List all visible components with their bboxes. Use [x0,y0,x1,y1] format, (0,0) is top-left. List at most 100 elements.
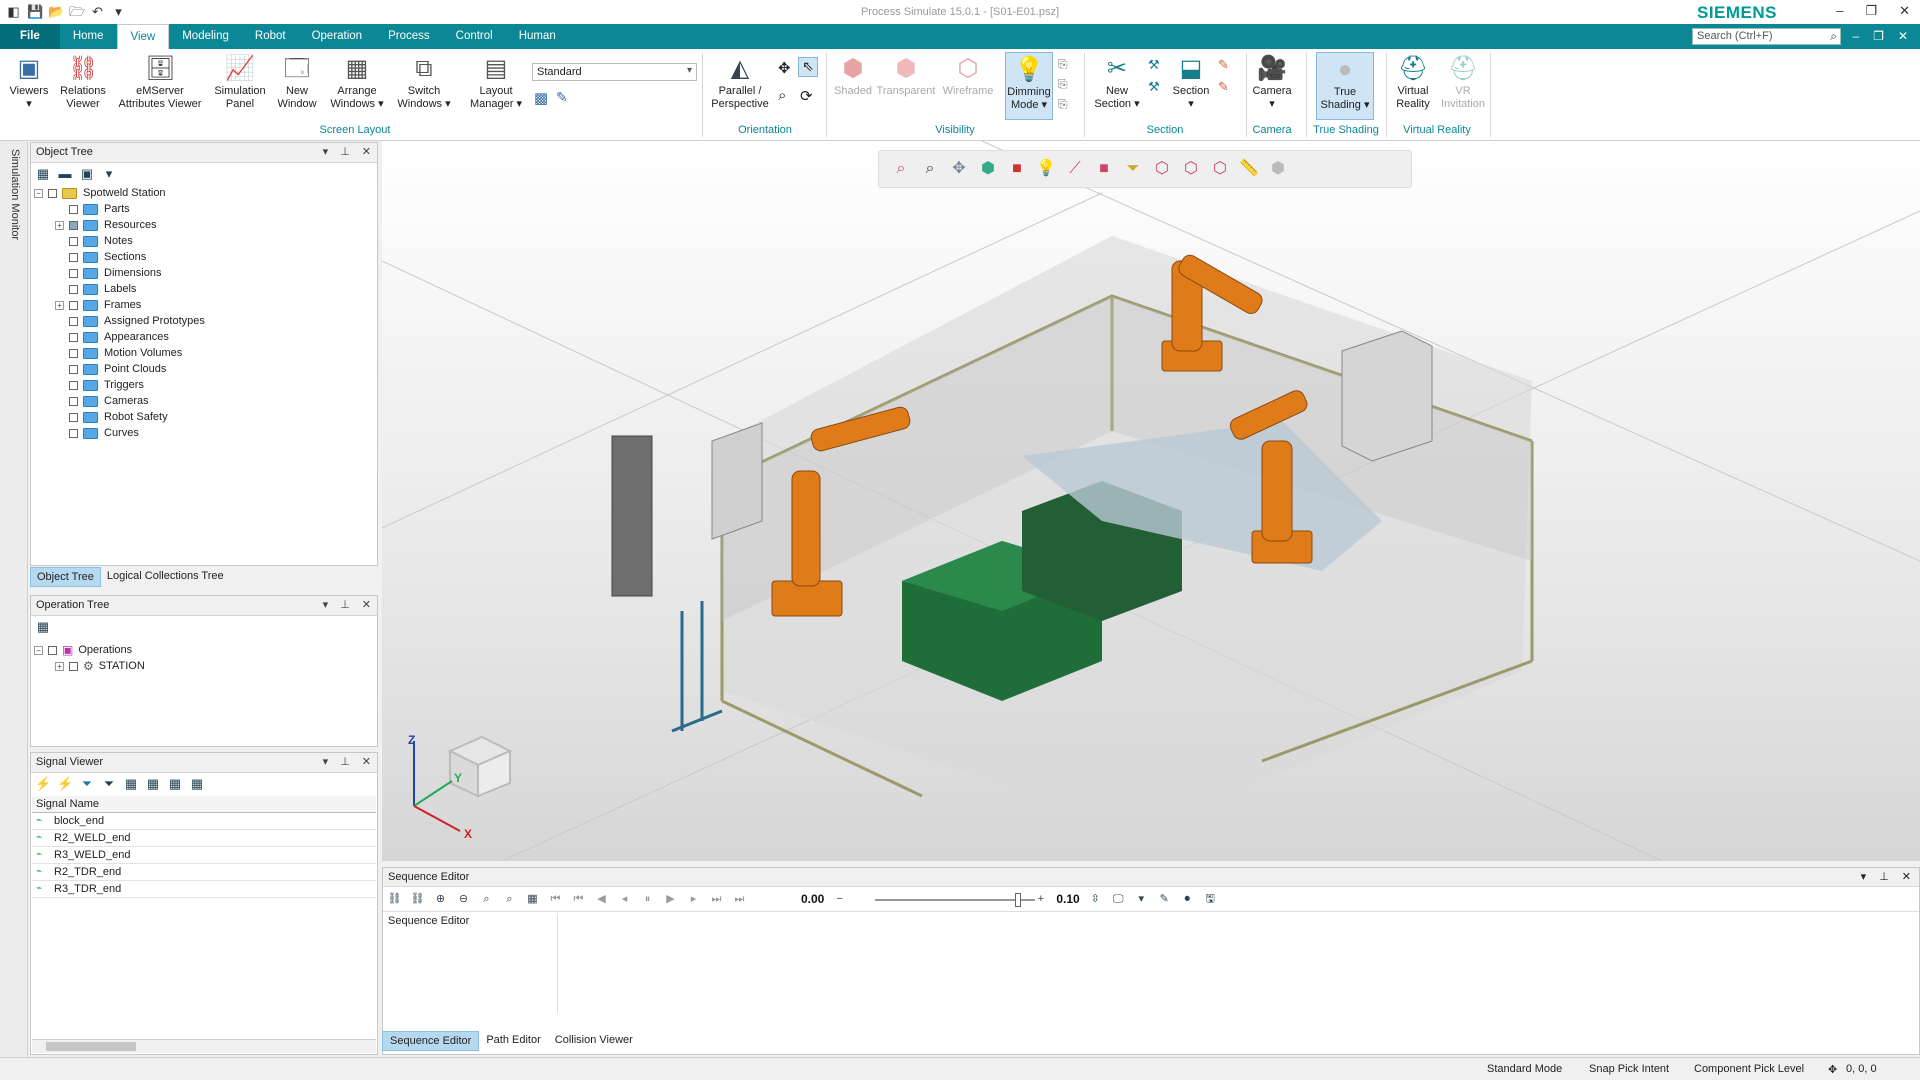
camera-button[interactable]: 🎥 Camera ▾ [1250,55,1294,111]
tree-filter-icon[interactable]: ▦ [35,166,51,182]
blank-icon[interactable]: ⬡ [1210,159,1230,179]
simulation-monitor-tab[interactable]: Simulation Monitor [9,149,21,240]
minimize-icon[interactable]: – [1836,3,1843,19]
pin-icon[interactable]: ⊥ [1879,870,1889,883]
section-tool-icon[interactable]: ⚒ [1148,79,1160,95]
checkbox[interactable] [69,412,78,422]
select-icon[interactable]: ⇖ [798,57,818,77]
checkbox[interactable] [69,236,78,246]
close-icon[interactable]: ✕ [1899,3,1910,19]
table-row[interactable]: ⌁ R2_WELD_end [32,830,376,847]
collapse-ribbon-icon[interactable]: ⌃ [1828,29,1838,43]
status-pick-level[interactable]: Component Pick Level [1694,1063,1804,1075]
horizontal-scrollbar[interactable] [32,1039,376,1053]
chevron-down-icon[interactable]: ▾ [1134,892,1149,907]
checkbox[interactable] [69,348,78,358]
section-icon[interactable]: ■ [1094,159,1114,179]
simulation-panel-button[interactable]: 📈 Simulation Panel [210,55,270,111]
slider-knob[interactable] [1015,893,1021,907]
shaded-button[interactable]: ⬢ Shaded [830,55,876,98]
step-back-icon[interactable]: ⏮ [571,892,586,907]
section-edit-icon[interactable]: ✎ [1218,57,1229,73]
zoom-out-icon[interactable]: ⊖ [456,892,471,907]
ruler-icon[interactable]: 📏 [1239,159,1259,179]
minimize-doc-icon[interactable]: – [1852,29,1859,43]
tree-item-labels[interactable]: Labels [55,281,136,297]
tab-object-tree[interactable]: Object Tree [30,567,101,587]
unlink-icon[interactable]: ⛓ [410,892,425,907]
checkbox[interactable] [69,396,78,406]
tab-modeling[interactable]: Modeling [169,24,242,49]
tree-filter-icon[interactable]: ▦ [35,619,51,635]
true-shading-button[interactable]: ● True Shading ▾ [1316,52,1374,120]
table-row[interactable]: ⌁ R3_WELD_end [32,847,376,864]
render-style-icon[interactable]: ■ [1007,159,1027,179]
checkbox[interactable] [69,364,78,374]
pin-icon[interactable]: ⊥ [340,598,350,611]
visibility-option-icon[interactable]: ⎘ [1058,57,1068,72]
status-mode[interactable]: Standard Mode [1487,1063,1562,1075]
tree-view-icon[interactable]: ▣ [79,166,95,182]
dropdown-icon[interactable]: ▾ [323,145,329,158]
tree-folder-icon[interactable]: ▬ [57,166,73,182]
light-icon[interactable]: 💡 [1036,159,1056,179]
collapse-icon[interactable]: − [34,188,43,198]
tab-process[interactable]: Process [375,24,443,49]
tab-file[interactable]: File [0,24,60,49]
zoom-fit-icon[interactable]: ⌕ [479,892,494,907]
close-icon[interactable]: ✕ [362,145,371,158]
emserver-viewer-button[interactable]: 🗄 eMServer Attributes Viewer [114,55,206,111]
checkbox[interactable] [69,284,78,294]
tree-item-triggers[interactable]: Triggers [55,377,144,393]
arrange-windows-button[interactable]: ▦ Arrange Windows ▾ [324,55,390,111]
tree-item-curves[interactable]: Curves [55,425,139,441]
signal-tool-icon[interactable]: ▦ [123,776,139,792]
checkbox[interactable] [69,428,78,438]
step-forward-icon[interactable]: ▸ [686,892,701,907]
close-icon[interactable]: ✕ [362,755,371,768]
collapse-icon[interactable]: − [34,645,43,655]
signal-tool-icon[interactable]: ▦ [145,776,161,792]
edit-icon[interactable]: ✎ [1157,892,1172,907]
tree-item-appearances[interactable]: Appearances [55,329,169,345]
pan-icon[interactable]: ✥ [778,59,791,77]
tab-operation[interactable]: Operation [299,24,376,49]
restore-icon[interactable]: ❐ [1865,3,1877,19]
virtual-reality-button[interactable]: ⛑ Virtual Reality [1390,55,1436,111]
table-row[interactable]: ⌁ block_end [32,813,376,830]
show-icon[interactable]: ⬡ [1181,159,1201,179]
step-prev-icon[interactable]: ◂ [617,892,632,907]
zoom-to-fit-icon[interactable]: ⌕ [891,159,911,179]
snap-icon[interactable]: ⬢ [1268,159,1288,179]
tab-control[interactable]: Control [443,24,506,49]
tab-view[interactable]: View [116,24,170,49]
step-next-icon[interactable]: ⏭ [709,892,724,907]
tree-item-notes[interactable]: Notes [55,233,133,249]
checkbox[interactable] [69,220,78,230]
visibility-option-icon[interactable]: ⎘ [1058,97,1068,112]
zoom-select-icon[interactable]: ⌕ [502,892,517,907]
search-input[interactable]: Search (Ctrl+F) ⌕ [1692,28,1841,45]
tree-item-sections[interactable]: Sections [55,249,146,265]
vr-invitation-button[interactable]: ⛑ VR Invitation [1438,55,1488,111]
save-layout-icon[interactable]: ▩ [534,89,548,107]
tree-item-robot-safety[interactable]: Robot Safety [55,409,168,425]
checkbox[interactable] [69,661,78,671]
expand-icon[interactable]: + [55,220,64,230]
link-icon[interactable]: ⛓ [387,892,402,907]
expand-icon[interactable]: + [55,300,64,310]
delete-signal-icon[interactable]: ⚡ [57,776,73,792]
splitter[interactable] [557,913,558,1013]
hide-icon[interactable]: ⬡ [1152,159,1172,179]
chevron-down-icon[interactable]: ▾ [101,166,117,182]
increase-icon[interactable]: + [1033,892,1048,907]
tree-item-operations[interactable]: − ▣ Operations [34,642,132,658]
relations-viewer-button[interactable]: ⛓ Relations Viewer [56,55,110,111]
decrease-icon[interactable]: − [832,892,847,907]
gantt-icon[interactable]: ▦ [525,892,540,907]
checkbox[interactable] [69,316,78,326]
dimming-mode-button[interactable]: 💡 Dimming Mode ▾ [1005,52,1053,120]
close-doc-icon[interactable]: ✕ [1898,29,1908,43]
new-section-button[interactable]: ✂ New Section ▾ [1088,55,1146,111]
create-signal-icon[interactable]: ⚡ [35,776,51,792]
